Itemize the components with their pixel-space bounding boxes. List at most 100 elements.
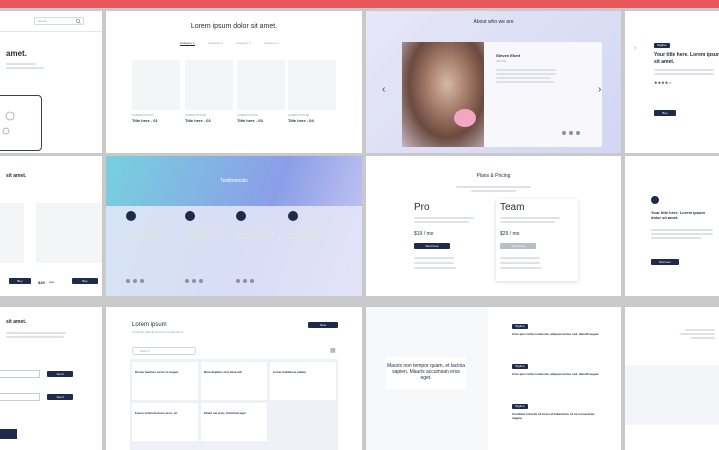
- search-input[interactable]: search: [34, 17, 84, 25]
- feature-line: [414, 267, 456, 269]
- search-icon: [76, 19, 81, 24]
- chevron-left-icon[interactable]: ‹: [634, 43, 637, 52]
- email-field[interactable]: [0, 393, 40, 401]
- feature-line: [500, 257, 540, 259]
- start-free-button[interactable]: Start Free: [414, 243, 450, 249]
- item-kicker: LOREM IPSUM: [132, 113, 154, 117]
- slide-card-categories[interactable]: Lorem ipsum dolor sit amet. Category 1 C…: [106, 11, 362, 153]
- buy-button[interactable]: Buy: [654, 110, 676, 116]
- tab-category-2[interactable]: Category 2: [208, 41, 223, 45]
- list-item[interactable]: Etiam vel arcu, tincidunt eget: [201, 403, 267, 441]
- list-item[interactable]: Donec facilisis tortor ut augue: [132, 362, 198, 400]
- text-line: [685, 329, 715, 331]
- post-title: Cras quis nulla commodo, aliquam lectus …: [512, 372, 600, 376]
- new-button[interactable]: New: [308, 322, 338, 328]
- card-title: sit amet.: [6, 319, 27, 325]
- tagline-badge: Tagline: [512, 324, 528, 329]
- slide-card-cta[interactable]: [625, 307, 719, 450]
- text-line: [126, 229, 166, 231]
- plan-price: $29 / mo: [500, 231, 520, 237]
- slide-subtitle: Curabitur blandit sit lorem id bibendum: [132, 330, 184, 334]
- tab-category-1[interactable]: Category 1: [180, 41, 195, 46]
- category-item[interactable]: LOREM IPSUM Title here - 03: [237, 60, 285, 140]
- list-item[interactable]: Fusce vehicula dolor arcu, sit: [132, 403, 198, 441]
- text-line: [414, 217, 474, 219]
- list-item[interactable]: Nam dapibus nisl vitae elit: [201, 362, 267, 400]
- chevron-right-icon[interactable]: ›: [598, 84, 601, 95]
- tab-category-4[interactable]: Category 4: [264, 41, 279, 45]
- plan-price: $19 / mo: [414, 231, 434, 237]
- send-button[interactable]: Send: [47, 371, 73, 377]
- slide-card-form[interactable]: sit amet. Send Send: [0, 307, 102, 450]
- plan-name: Team: [500, 202, 525, 213]
- slide-card-product[interactable]: ‹ Tagline Your title here. Lorem ipsum s…: [625, 11, 719, 153]
- hexagon-background: [625, 365, 719, 425]
- pagination-dots[interactable]: [562, 122, 583, 140]
- slide-card-search[interactable]: search amet.: [0, 11, 102, 153]
- item-kicker: LOREM IPSUM: [237, 113, 259, 117]
- hexagon-image: [132, 60, 180, 110]
- slide-card-pricing[interactable]: Plans & Pricing Pro $19 / mo Start Free …: [366, 156, 621, 296]
- chevron-left-icon[interactable]: ‹: [382, 84, 385, 95]
- testimonial-item: [126, 211, 171, 283]
- slide-card-list[interactable]: Lorem ipsum Curabitur blandit sit lorem …: [106, 307, 362, 450]
- text-line: [6, 336, 64, 338]
- send-button[interactable]: Send: [47, 394, 73, 400]
- item-kicker: LOREM IPSUM: [185, 113, 207, 117]
- slide-card-about[interactable]: About who we are Steven Eberl Job title …: [366, 11, 621, 153]
- avatar: [288, 211, 298, 221]
- pagination-dots[interactable]: [236, 270, 257, 288]
- pagination-dots[interactable]: [185, 270, 206, 288]
- slide-title: About who we are: [473, 19, 514, 25]
- slide-title: Plans & Pricing: [476, 173, 511, 179]
- tagline-badge: Tagline: [512, 404, 528, 409]
- text-line: [185, 233, 225, 235]
- text-line: [236, 229, 276, 231]
- feature-line: [500, 262, 540, 264]
- search-placeholder: Search: [140, 349, 150, 353]
- slide-card-discover[interactable]: Your title here. Lorem ipsum dolor sit a…: [625, 156, 719, 296]
- text-line: [496, 77, 551, 79]
- item-title: Title here - 04: [288, 118, 314, 123]
- pricing-plan-pro[interactable]: Pro $19 / mo Start Free: [412, 199, 494, 281]
- hexagon-image: [288, 60, 336, 110]
- item-title: Title here - 01: [132, 118, 158, 123]
- category-item[interactable]: LOREM IPSUM Title here - 02: [185, 60, 233, 140]
- testimonial-item: [236, 211, 281, 283]
- star-rating: ★★★★☆: [654, 80, 672, 85]
- text-line: [471, 190, 516, 192]
- list-item-title: In hac habitasse platea: [273, 370, 306, 374]
- search-placeholder: search: [38, 19, 48, 23]
- category-item[interactable]: LOREM IPSUM Title here - 04: [288, 60, 336, 140]
- text-line: [185, 229, 225, 231]
- slide-card-testimonials[interactable]: Testimonials: [106, 156, 362, 296]
- start-free-button[interactable]: Start Free: [500, 243, 536, 249]
- list-item[interactable]: In hac habitasse platea: [270, 362, 336, 400]
- discover-button[interactable]: Discover: [651, 259, 679, 265]
- pricing-plan-team[interactable]: Team $29 / mo Start Free: [496, 199, 578, 281]
- feature-line: [500, 267, 542, 269]
- product-title: Your title here. Lorem ipsum sit amet.: [654, 52, 719, 65]
- text-line: [288, 233, 328, 235]
- buy-button[interactable]: Buy: [9, 278, 31, 284]
- person-role: Job title: [496, 59, 507, 63]
- text-line: [6, 332, 66, 334]
- post-title: Cras quis nulla commodo, aliquam lectus …: [512, 332, 600, 336]
- portrait-photo: [402, 42, 484, 147]
- email-field[interactable]: [0, 370, 40, 378]
- slide-card-blog[interactable]: Mauris non tempor quam, et lacinia sapie…: [366, 307, 621, 450]
- product-image: [36, 203, 102, 263]
- post-title: Curabitur lobortis id lorem id bibendum.…: [512, 412, 595, 420]
- search-input[interactable]: Search: [132, 347, 196, 355]
- hexagon-image: [185, 60, 233, 110]
- testimonial-item: [288, 211, 333, 281]
- grid-view-icon[interactable]: ▦: [330, 347, 336, 354]
- buy-button[interactable]: Buy: [72, 278, 98, 284]
- text-line: [651, 237, 701, 239]
- tagline-badge: Tagline: [654, 43, 670, 48]
- pagination-dots[interactable]: [126, 270, 147, 288]
- slide-card-shop[interactable]: sit amet. $45 $55 Buy Buy: [0, 156, 102, 296]
- text-line: [236, 233, 276, 235]
- tab-category-3[interactable]: Category 3: [236, 41, 251, 45]
- category-item[interactable]: LOREM IPSUM Title here - 01: [132, 60, 180, 140]
